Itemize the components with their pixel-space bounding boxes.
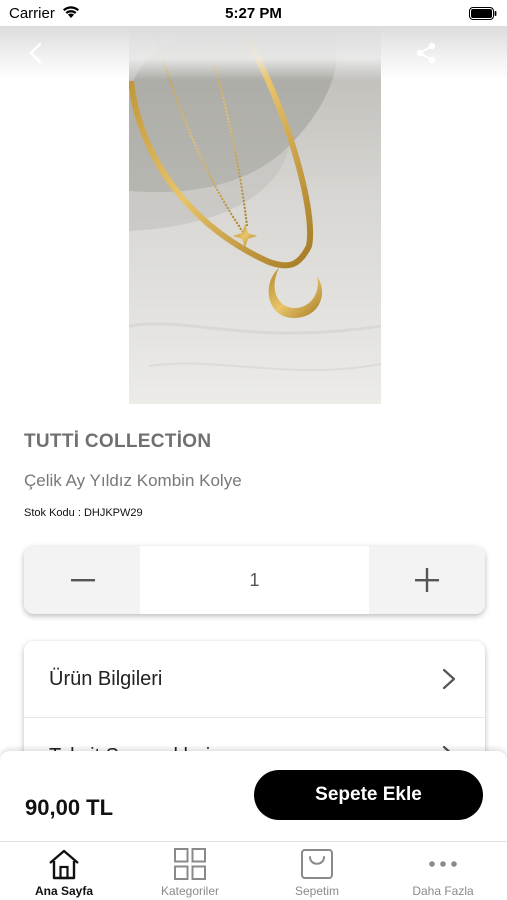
minus-icon	[71, 579, 95, 582]
product-image[interactable]	[129, 26, 381, 404]
tab-cart[interactable]: Sepetim	[254, 842, 380, 900]
clock-time: 5:27 PM	[225, 5, 282, 22]
product-name: Çelik Ay Yıldız Kombin Kolye	[24, 471, 242, 490]
product-info-label: Ürün Bilgileri	[49, 668, 163, 690]
tab-categories-label: Kategoriler	[160, 884, 220, 898]
product-info-row[interactable]: Ürün Bilgileri	[24, 641, 485, 717]
chevron-right-icon	[442, 668, 456, 690]
stock-code-value: DHJKPW29	[83, 507, 143, 519]
product-image-area	[0, 26, 507, 406]
brand-name: TUTTİ COLLECTİON	[24, 431, 212, 452]
back-button[interactable]	[22, 38, 52, 68]
quantity-value[interactable]: 1	[140, 546, 369, 614]
purchase-bar: 90,00 TL Sepete Ekle	[0, 751, 507, 841]
tab-bar: Ana Sayfa Kategoriler Sepetim Daha Fazla	[0, 841, 507, 900]
battery-icon	[469, 7, 497, 20]
tab-home-label: Ana Sayfa	[34, 884, 94, 898]
tab-more[interactable]: Daha Fazla	[380, 842, 506, 900]
stock-code-row: Stok Kodu : DHJKPW29	[24, 507, 143, 519]
tab-cart-label: Sepetim	[294, 884, 340, 898]
price-label: 90,00 TL	[25, 795, 114, 820]
add-to-cart-button[interactable]: Sepete Ekle	[254, 770, 483, 820]
more-icon	[429, 861, 457, 867]
increase-quantity-button[interactable]	[369, 546, 485, 614]
share-button[interactable]	[411, 38, 441, 68]
plus-icon	[415, 568, 439, 592]
grid-icon	[174, 848, 206, 880]
stock-code-label: Stok Kodu :	[24, 507, 81, 519]
status-bar: Carrier 5:27 PM	[0, 0, 507, 26]
tab-home[interactable]: Ana Sayfa	[1, 842, 127, 900]
tab-categories[interactable]: Kategoriler	[127, 842, 253, 900]
quantity-stepper: 1	[24, 546, 485, 614]
tab-more-label: Daha Fazla	[412, 884, 474, 898]
home-icon	[49, 849, 79, 880]
cart-icon	[301, 849, 333, 879]
decrease-quantity-button[interactable]	[24, 546, 140, 614]
